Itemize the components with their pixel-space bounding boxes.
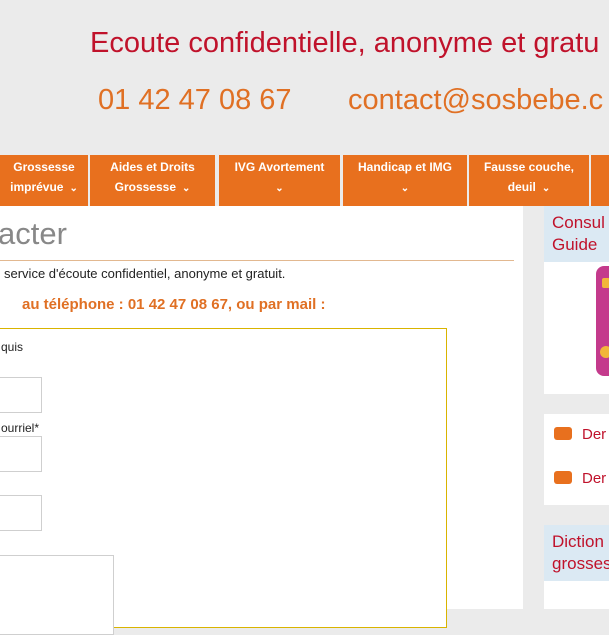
header-phone[interactable]: 01 42 47 08 67 xyxy=(98,84,292,117)
nav-item-label: IVG Avortement xyxy=(234,160,325,174)
widget-title-line: Guide xyxy=(552,235,598,254)
nav-item-label: imprévue xyxy=(10,180,64,194)
main-nav: Grossesse imprévue ⌄ Aides et Droits Gros… xyxy=(0,155,609,206)
intro-text: service d'écoute confidentiel, anonyme e… xyxy=(4,266,286,281)
email-field[interactable] xyxy=(0,436,42,472)
nav-item-label: Handicap et IMG xyxy=(357,160,452,174)
title-divider xyxy=(0,260,514,261)
site-header: Ecoute confidentielle, anonyme et gratu … xyxy=(0,0,609,155)
contact-info-line: au téléphone : 01 42 47 08 67, ou par ma… xyxy=(22,296,326,313)
main-content: acter service d'écoute confidentiel, ano… xyxy=(0,206,523,635)
sidebar: Consul Guide Der Der Diction grosses xyxy=(544,206,609,609)
latest-posts-widget: Der Der xyxy=(544,414,609,505)
page-title: acter xyxy=(0,216,67,251)
cover-dot xyxy=(600,346,609,358)
widget-title[interactable]: Diction grosses xyxy=(544,525,609,581)
nav-item-grossesse-imprevue[interactable]: Grossesse imprévue ⌄ xyxy=(0,155,88,206)
chevron-down-icon: ⌄ xyxy=(275,183,284,194)
chevron-down-icon: ⌄ xyxy=(541,183,551,194)
widget-title-line: Diction xyxy=(552,532,604,551)
contact-form: quis ourriel* xyxy=(0,328,447,635)
cover-tab xyxy=(602,278,609,288)
email-label: ourriel* xyxy=(1,421,40,435)
nav-item-aides-droits[interactable]: Aides et Droits Grossesse ⌄ xyxy=(90,155,215,206)
nav-item-label: Fausse couche, xyxy=(483,160,575,174)
nav-item-handicap-img[interactable]: Handicap et IMG ⌄ xyxy=(343,155,467,206)
guide-widget: Consul Guide xyxy=(544,206,609,394)
folder-icon xyxy=(554,471,572,484)
required-note: quis xyxy=(1,340,24,354)
list-item-label: Der xyxy=(582,470,607,487)
header-email[interactable]: contact@sosbebe.c xyxy=(348,84,603,117)
site-tagline: Ecoute confidentielle, anonyme et gratu xyxy=(90,27,600,59)
nav-item-ivg[interactable]: IVG Avortement ⌄ xyxy=(219,155,340,206)
nav-item-fausse-couche[interactable]: Fausse couche, deuil ⌄ xyxy=(469,155,589,206)
nav-item-label: Grossesse xyxy=(114,180,176,194)
chevron-down-icon: ⌄ xyxy=(69,183,78,194)
folder-icon xyxy=(554,427,572,440)
list-item-label: Der xyxy=(582,426,607,443)
dictionary-widget: Diction grosses xyxy=(544,525,609,609)
widget-title[interactable]: Consul Guide xyxy=(544,206,609,262)
list-item[interactable]: Der xyxy=(554,470,606,487)
nav-item-label: Aides et Droits xyxy=(110,160,195,174)
nav-item-more[interactable] xyxy=(591,155,609,206)
list-item[interactable]: Der xyxy=(554,426,606,443)
widget-title-line: Consul xyxy=(552,213,605,232)
subject-field[interactable] xyxy=(0,495,42,531)
nav-item-label: deuil xyxy=(507,180,536,194)
widget-title-line: grosses xyxy=(552,554,609,573)
chevron-down-icon: ⌄ xyxy=(400,183,410,194)
nav-item-label: Grossesse xyxy=(13,160,75,174)
name-field[interactable] xyxy=(0,377,42,413)
message-textarea[interactable] xyxy=(0,555,114,635)
chevron-down-icon: ⌄ xyxy=(182,183,191,194)
guide-cover-image[interactable] xyxy=(596,266,609,376)
